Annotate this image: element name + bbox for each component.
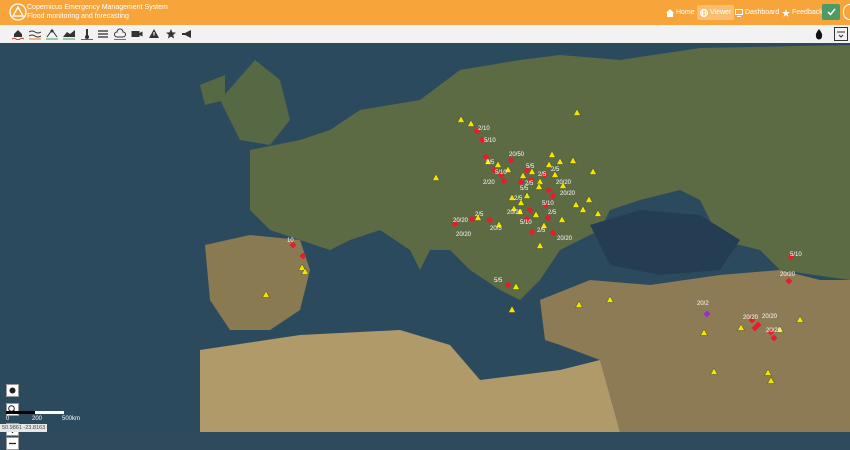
scale-label-500: 500km	[62, 416, 81, 422]
marker-label: 2/5	[538, 172, 547, 178]
marker-label: 10	[287, 238, 294, 244]
map-view[interactable]: 10 2/10 5/10 20/50 2/5 5/10 2/20 5/5 2/5 20/20 2/5…	[0, 43, 850, 450]
waves-icon[interactable]	[28, 27, 42, 41]
app-title: Copernicus Emergency Management System	[27, 4, 168, 11]
thermometer-icon[interactable]	[80, 27, 94, 41]
marker-label: 20/20	[507, 210, 523, 216]
warning-icon[interactable]	[147, 27, 161, 41]
marker-label: 2/20	[483, 180, 495, 186]
confirm-button[interactable]	[822, 4, 840, 20]
target-icon	[9, 387, 16, 394]
side-panel-button[interactable]	[843, 4, 850, 20]
app-subtitle: Flood monitoring and forecasting	[27, 13, 129, 20]
marker-label: 5/10	[542, 201, 554, 207]
app-header: Copernicus Emergency Management System F…	[0, 0, 850, 25]
marker-label: 20/20	[766, 328, 782, 334]
nav-home-label: Home	[676, 9, 695, 16]
globe-icon	[700, 8, 708, 17]
copernicus-logo-icon[interactable]	[9, 3, 27, 21]
nav-dashboard-link[interactable]: Dashboard	[735, 6, 779, 20]
monitor-icon	[735, 9, 743, 17]
star-icon	[782, 9, 790, 17]
marker-label: 20/5	[490, 226, 502, 232]
nav-feedback-label: Feedback	[792, 9, 823, 16]
home-icon	[666, 9, 674, 17]
nav-home-link[interactable]: Home	[666, 6, 695, 20]
layers-list-icon[interactable]	[96, 27, 110, 41]
marker-label: 2/5	[551, 167, 560, 173]
marker-label: 5/5	[494, 278, 503, 284]
marker-label: 2/10	[478, 126, 490, 132]
nav-feedback-link[interactable]: Feedback	[782, 6, 823, 20]
marker-label: 5/5	[520, 186, 529, 192]
marker-label: 5/5	[526, 164, 535, 170]
landslide-icon[interactable]	[62, 27, 76, 41]
marker-label: 20/20	[743, 315, 759, 321]
marker-label: 5/10	[495, 170, 507, 176]
map-canvas[interactable]: 102/105/1020/502/55/102/205/52/520/202/5…	[0, 43, 850, 432]
nav-dashboard-label: Dashboard	[745, 9, 780, 16]
cursor-coordinates: 50.9861 -23.8163	[0, 424, 48, 432]
nav-viewer-link[interactable]: Viewer	[697, 5, 735, 20]
marker-label: 20/20	[560, 191, 576, 197]
radar-icon[interactable]	[45, 27, 59, 41]
marker-label: 20/20	[453, 218, 469, 224]
megaphone-icon[interactable]	[180, 27, 194, 41]
marker-label: 20/50	[509, 152, 525, 158]
check-icon	[826, 8, 836, 16]
marker-label: 2/5	[475, 212, 484, 218]
marker-label: 20/20	[762, 314, 778, 320]
water-drop-icon[interactable]	[812, 27, 826, 41]
marker-label: 20/20	[556, 180, 572, 186]
marker-label: 2/5	[548, 210, 557, 216]
marker-label: 2/5	[486, 160, 495, 166]
layer-toolbar	[0, 25, 850, 44]
cloud-icon[interactable]	[113, 27, 127, 41]
marker-label: 2/5	[537, 228, 546, 234]
scale-label-200: 200	[32, 416, 43, 422]
marker-label: 20/20	[780, 272, 796, 278]
legend-icon[interactable]	[834, 27, 848, 41]
scale-label-0: 0	[6, 416, 10, 422]
marker-label: 5/10	[484, 138, 496, 144]
camera-icon[interactable]	[130, 27, 144, 41]
marker-label: 2/5	[514, 196, 523, 202]
marker-label: 20/20	[557, 236, 573, 242]
favorite-star-icon[interactable]	[164, 27, 178, 41]
marker-label: 20/2	[697, 301, 709, 307]
marker-label: 5/10	[520, 220, 532, 226]
basemap-button[interactable]	[6, 384, 19, 397]
nav-viewer-label: Viewer	[710, 8, 732, 16]
flood-icon[interactable]	[11, 27, 25, 41]
zoom-out-button[interactable]	[6, 437, 19, 450]
marker-label: 5/10	[790, 252, 802, 258]
marker-label: 20/20	[456, 232, 472, 238]
minus-icon	[9, 442, 16, 445]
